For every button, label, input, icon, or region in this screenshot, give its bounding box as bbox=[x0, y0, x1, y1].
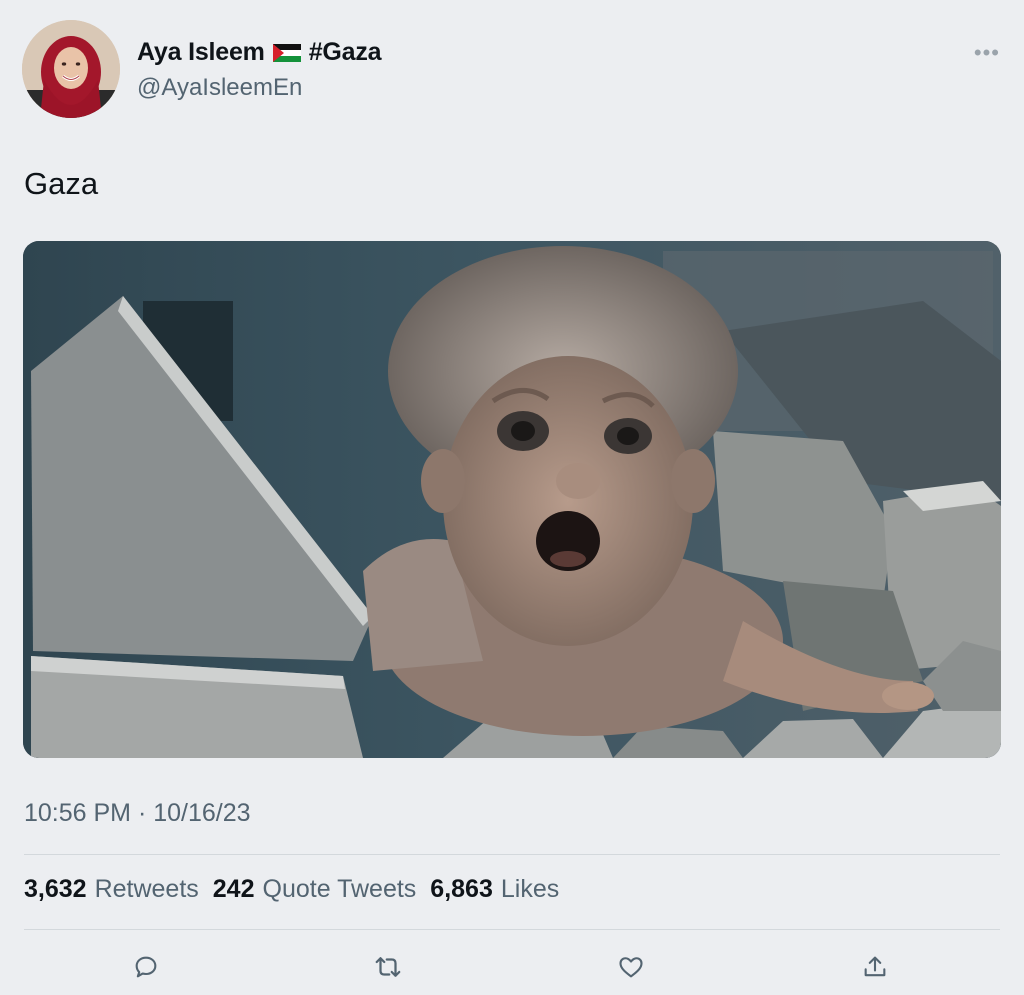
share-icon bbox=[864, 956, 886, 977]
quote-tweets-count: 242 bbox=[212, 875, 255, 903]
tweet-timestamp[interactable]: 10:56 PM · 10/16/23 bbox=[24, 799, 251, 828]
hashtag-link[interactable]: #Gaza bbox=[309, 38, 382, 67]
share-button[interactable] bbox=[855, 947, 895, 987]
meta-separator: · bbox=[137, 799, 147, 827]
divider bbox=[24, 854, 1000, 855]
rubble-photo bbox=[23, 241, 1001, 758]
author-name-row[interactable]: Aya Isleem #Gaza bbox=[137, 38, 382, 67]
tweet-media-image[interactable] bbox=[23, 241, 1001, 758]
likes-label: Likes bbox=[500, 875, 560, 903]
retweets-stat[interactable]: 3,632 Retweets bbox=[24, 875, 199, 904]
more-options-icon[interactable]: ••• bbox=[974, 40, 1000, 66]
retweet-icon bbox=[375, 957, 401, 977]
tweet-date: 10/16/23 bbox=[153, 799, 251, 827]
palestine-flag-icon bbox=[272, 43, 301, 62]
reply-icon bbox=[135, 956, 157, 978]
avatar-image bbox=[22, 20, 120, 118]
divider bbox=[24, 929, 1000, 930]
quote-tweets-label: Quote Tweets bbox=[262, 875, 417, 903]
like-icon bbox=[619, 957, 643, 978]
likes-count: 6,863 bbox=[430, 875, 493, 903]
retweets-label: Retweets bbox=[94, 875, 199, 903]
tweet-time: 10:56 PM bbox=[24, 799, 132, 827]
engagement-stats: 3,632 Retweets 242 Quote Tweets 6,863 Likes bbox=[24, 875, 559, 904]
like-button[interactable] bbox=[611, 947, 651, 987]
quote-tweets-stat[interactable]: 242 Quote Tweets bbox=[213, 875, 417, 904]
tweet-text: Gaza bbox=[24, 166, 99, 201]
retweets-count: 3,632 bbox=[24, 875, 87, 903]
display-name[interactable]: Aya Isleem bbox=[137, 38, 265, 67]
likes-stat[interactable]: 6,863 Likes bbox=[430, 875, 559, 904]
user-handle[interactable]: @AyaIsleemEn bbox=[137, 74, 302, 102]
action-bar bbox=[0, 947, 1024, 987]
retweet-button[interactable] bbox=[368, 947, 408, 987]
reply-button[interactable] bbox=[126, 947, 166, 987]
avatar[interactable] bbox=[22, 20, 120, 118]
